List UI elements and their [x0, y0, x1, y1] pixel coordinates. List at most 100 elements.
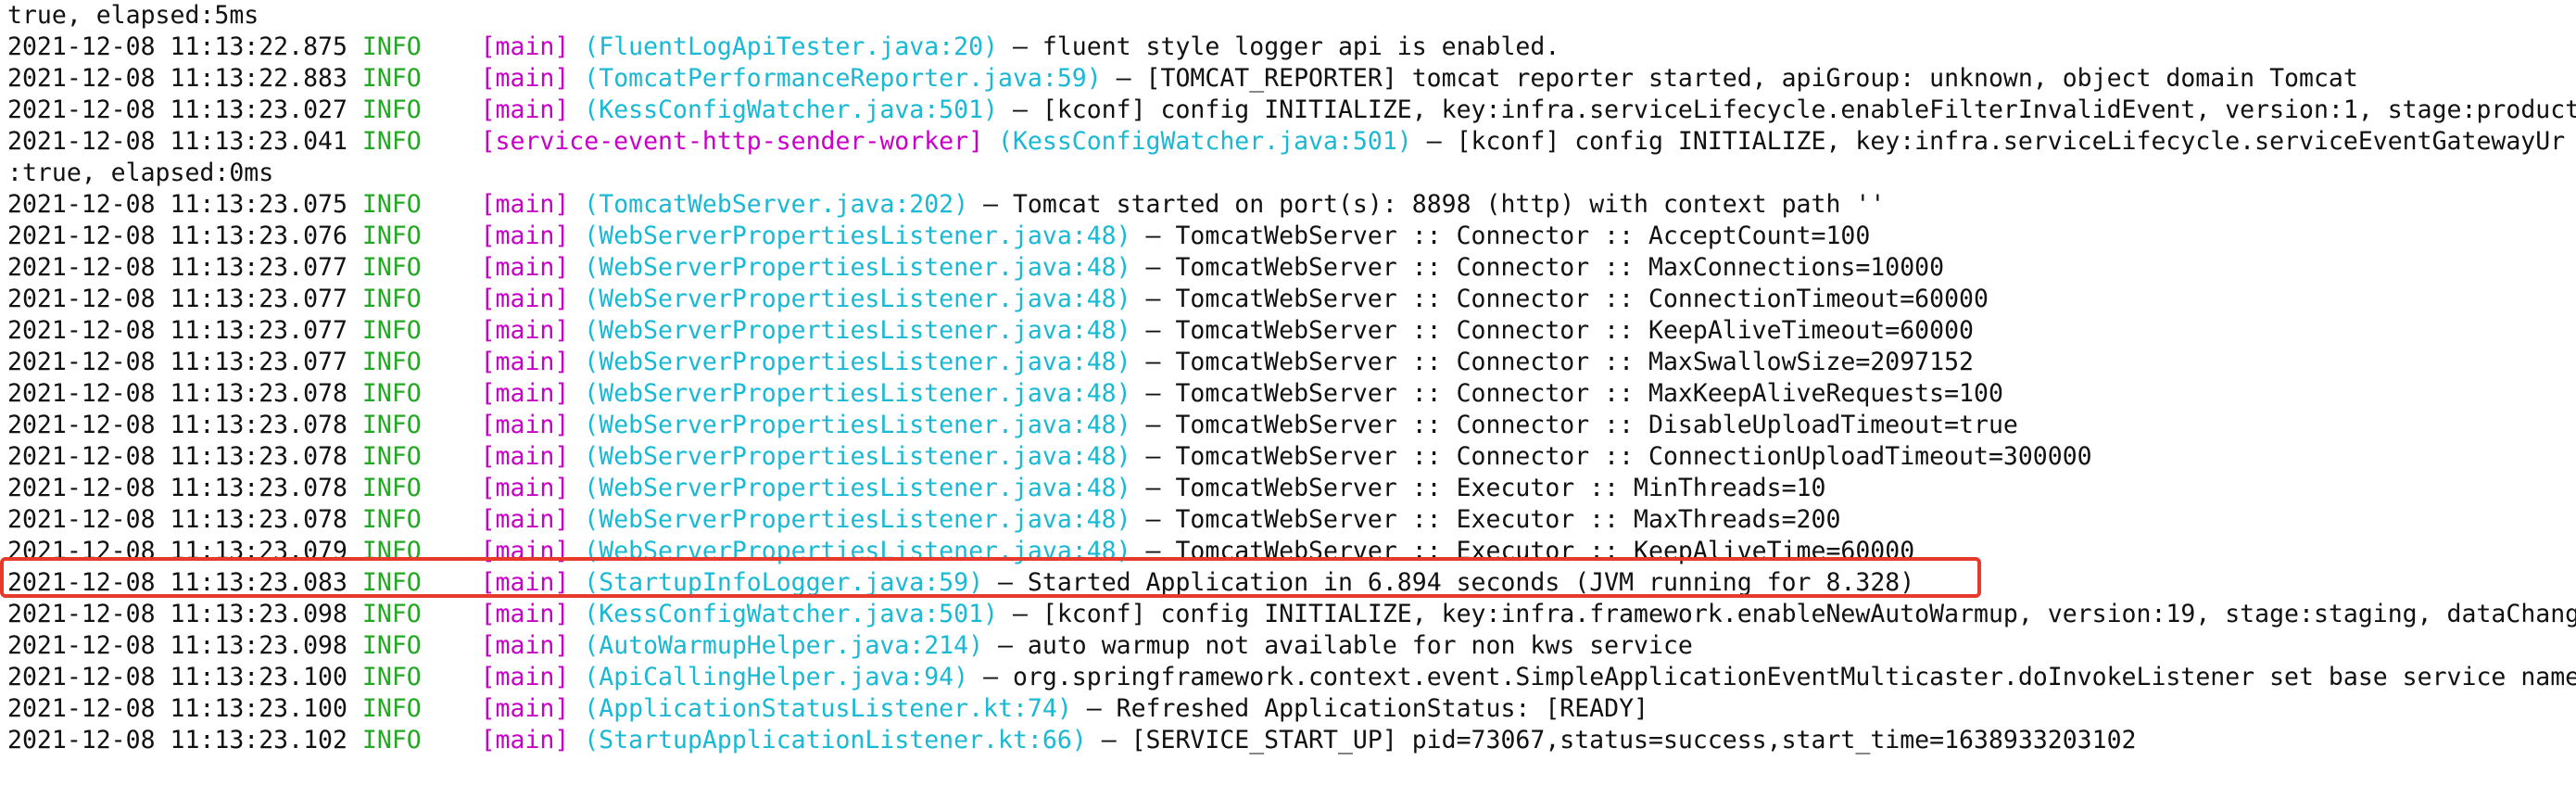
- log-timestamp: true, elapsed:5ms: [7, 1, 259, 30]
- log-thread: [main]: [480, 568, 570, 597]
- log-level: INFO: [361, 64, 422, 93]
- log-line: 2021-12-08 11:13:23.076 INFO [main] (Web…: [7, 221, 2576, 252]
- log-source[interactable]: (WebServerPropertiesListener.java:48): [584, 474, 1130, 502]
- log-source[interactable]: (FluentLogApiTester.java:20): [584, 32, 998, 61]
- log-line: 2021-12-08 11:13:23.078 INFO [main] (Web…: [7, 473, 2576, 504]
- log-timestamp: 2021-12-08 11:13:22.875: [7, 32, 347, 61]
- log-message: – TomcatWebServer :: Connector :: Connec…: [1130, 442, 2092, 471]
- log-line: 2021-12-08 11:13:23.078 INFO [main] (Web…: [7, 504, 2576, 536]
- log-source[interactable]: (TomcatPerformanceReporter.java:59): [584, 64, 1101, 93]
- log-message: – TomcatWebServer :: Connector :: MaxSwa…: [1130, 348, 1974, 376]
- log-message: – [kconf] config INITIALIZE, key:infra.s…: [998, 95, 2576, 124]
- log-thread: [main]: [480, 442, 570, 471]
- log-level: INFO: [361, 631, 422, 660]
- log-timestamp: 2021-12-08 11:13:23.041: [7, 127, 347, 156]
- log-thread: [main]: [480, 537, 570, 565]
- log-source[interactable]: (WebServerPropertiesListener.java:48): [584, 379, 1130, 408]
- log-source[interactable]: (WebServerPropertiesListener.java:48): [584, 316, 1130, 345]
- log-timestamp: 2021-12-08 11:13:22.883: [7, 64, 347, 93]
- log-timestamp: 2021-12-08 11:13:23.100: [7, 694, 347, 723]
- log-line: 2021-12-08 11:13:22.883 INFO [main] (Tom…: [7, 63, 2576, 95]
- log-message: – Refreshed ApplicationStatus: [READY]: [1071, 694, 1649, 723]
- log-source[interactable]: (StartupApplicationListener.kt:66): [584, 726, 1086, 754]
- log-source[interactable]: (WebServerPropertiesListener.java:48): [584, 505, 1130, 534]
- log-line: 2021-12-08 11:13:23.077 INFO [main] (Web…: [7, 347, 2576, 378]
- log-level: INFO: [361, 285, 422, 313]
- log-message: – [SERVICE_START_UP] pid=73067,status=su…: [1086, 726, 2137, 754]
- log-source[interactable]: (WebServerPropertiesListener.java:48): [584, 442, 1130, 471]
- log-thread: [main]: [480, 285, 570, 313]
- log-source[interactable]: (StartupInfoLogger.java:59): [584, 568, 983, 597]
- log-source[interactable]: (TomcatWebServer.java:202): [584, 190, 968, 219]
- log-source[interactable]: (KessConfigWatcher.java:501): [998, 127, 1412, 156]
- log-message: – [kconf] config INITIALIZE, key:infra.s…: [1411, 127, 2566, 156]
- log-source[interactable]: (WebServerPropertiesListener.java:48): [584, 411, 1130, 439]
- log-level: INFO: [361, 411, 422, 439]
- log-level: INFO: [361, 127, 422, 156]
- log-thread: [main]: [480, 726, 570, 754]
- log-source[interactable]: (AutoWarmupHelper.java:214): [584, 631, 983, 660]
- log-source[interactable]: (KessConfigWatcher.java:501): [584, 95, 998, 124]
- log-level: INFO: [361, 222, 422, 250]
- log-message: – org.springframework.context.event.Simp…: [968, 663, 2576, 691]
- log-timestamp: 2021-12-08 11:13:23.027: [7, 95, 347, 124]
- log-timestamp: 2021-12-08 11:13:23.077: [7, 316, 347, 345]
- log-level: INFO: [361, 505, 422, 534]
- log-level: INFO: [361, 568, 422, 597]
- log-timestamp: 2021-12-08 11:13:23.077: [7, 285, 347, 313]
- log-timestamp: 2021-12-08 11:13:23.083: [7, 568, 347, 597]
- log-line: :true, elapsed:0ms: [7, 158, 2576, 189]
- log-level: INFO: [361, 694, 422, 723]
- log-source[interactable]: (WebServerPropertiesListener.java:48): [584, 537, 1130, 565]
- log-timestamp: 2021-12-08 11:13:23.076: [7, 222, 347, 250]
- log-line: 2021-12-08 11:13:23.041 INFO [service-ev…: [7, 126, 2576, 158]
- log-line: 2021-12-08 11:13:23.078 INFO [main] (Web…: [7, 378, 2576, 410]
- log-level: INFO: [361, 442, 422, 471]
- log-message: – Tomcat started on port(s): 8898 (http)…: [968, 190, 1886, 219]
- log-message: – auto warmup not available for non kws …: [983, 631, 1693, 660]
- log-line: 2021-12-08 11:13:23.102 INFO [main] (Sta…: [7, 725, 2576, 756]
- log-source[interactable]: (WebServerPropertiesListener.java:48): [584, 253, 1130, 282]
- console-output: true, elapsed:5ms 2021-12-08 11:13:22.875…: [0, 0, 2576, 786]
- log-thread: [main]: [480, 95, 570, 124]
- log-level: INFO: [361, 537, 422, 565]
- log-source[interactable]: (ApiCallingHelper.java:94): [584, 663, 968, 691]
- log-timestamp: 2021-12-08 11:13:23.075: [7, 190, 347, 219]
- log-line: 2021-12-08 11:13:23.079 INFO [main] (Web…: [7, 536, 2576, 567]
- log-message: – TomcatWebServer :: Connector :: KeepAl…: [1130, 316, 1974, 345]
- log-timestamp: 2021-12-08 11:13:23.077: [7, 348, 347, 376]
- log-line: 2021-12-08 11:13:23.098 INFO [main] (Aut…: [7, 630, 2576, 662]
- log-timestamp: 2021-12-08 11:13:23.102: [7, 726, 347, 754]
- log-message: – [TOMCAT_REPORTER] tomcat reporter star…: [1101, 64, 2358, 93]
- log-source[interactable]: (KessConfigWatcher.java:501): [584, 600, 998, 628]
- log-level: INFO: [361, 600, 422, 628]
- log-source[interactable]: (WebServerPropertiesListener.java:48): [584, 348, 1130, 376]
- log-message: – [kconf] config INITIALIZE, key:infra.f…: [998, 600, 2576, 628]
- log-source[interactable]: (WebServerPropertiesListener.java:48): [584, 222, 1130, 250]
- log-timestamp: 2021-12-08 11:13:23.078: [7, 505, 347, 534]
- log-message: – TomcatWebServer :: Connector :: Connec…: [1130, 285, 1989, 313]
- log-message: – TomcatWebServer :: Executor :: KeepAli…: [1130, 537, 1915, 565]
- log-line: 2021-12-08 11:13:22.875 INFO [main] (Flu…: [7, 32, 2576, 63]
- log-thread: [main]: [480, 348, 570, 376]
- log-thread: [main]: [480, 663, 570, 691]
- log-level: INFO: [361, 95, 422, 124]
- log-thread: [service-event-http-sender-worker]: [480, 127, 984, 156]
- log-line: 2021-12-08 11:13:23.077 INFO [main] (Web…: [7, 315, 2576, 347]
- log-message: – TomcatWebServer :: Connector :: MaxKee…: [1130, 379, 2003, 408]
- log-timestamp: 2021-12-08 11:13:23.078: [7, 442, 347, 471]
- log-thread: [main]: [480, 694, 570, 723]
- log-message: – TomcatWebServer :: Connector :: Disabl…: [1130, 411, 2018, 439]
- log-line: 2021-12-08 11:13:23.078 INFO [main] (Web…: [7, 410, 2576, 441]
- log-message: – fluent style logger api is enabled.: [998, 32, 1560, 61]
- log-timestamp: 2021-12-08 11:13:23.079: [7, 537, 347, 565]
- log-level: INFO: [361, 190, 422, 219]
- log-source[interactable]: (WebServerPropertiesListener.java:48): [584, 285, 1130, 313]
- log-timestamp: 2021-12-08 11:13:23.100: [7, 663, 347, 691]
- log-line: 2021-12-08 11:13:23.078 INFO [main] (Web…: [7, 441, 2576, 473]
- log-line: 2021-12-08 11:13:23.077 INFO [main] (Web…: [7, 284, 2576, 315]
- log-source[interactable]: (ApplicationStatusListener.kt:74): [584, 694, 1072, 723]
- log-thread: [main]: [480, 316, 570, 345]
- log-message: – Started Application in 6.894 seconds (…: [983, 568, 1915, 597]
- log-level: INFO: [361, 348, 422, 376]
